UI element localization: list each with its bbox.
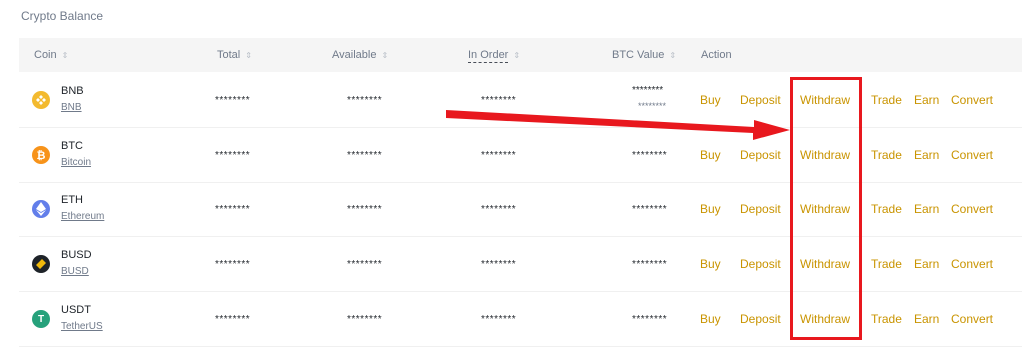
annotation-arrow <box>446 110 790 140</box>
arrow-shape <box>446 110 790 140</box>
